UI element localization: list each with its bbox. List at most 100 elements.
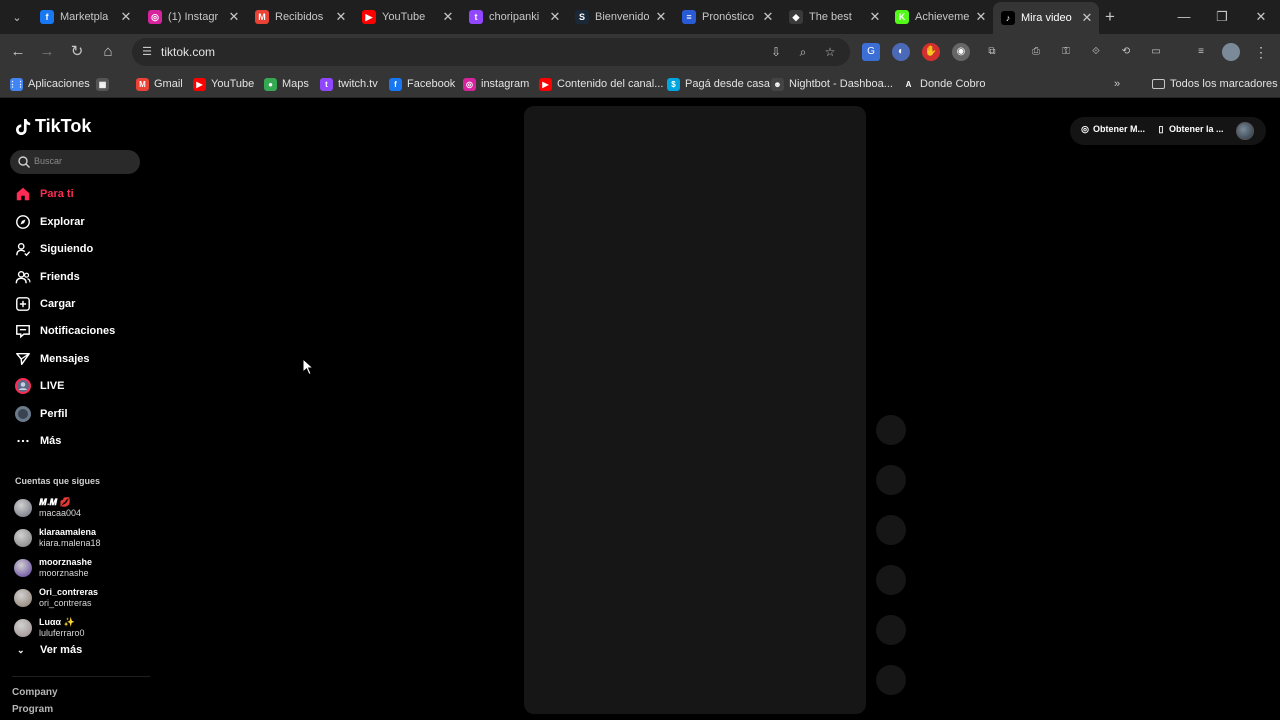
search-input[interactable]: Buscar: [10, 150, 140, 174]
tab-close-icon[interactable]: ✕: [333, 9, 349, 25]
nav-item-para-ti[interactable]: Para ti: [14, 183, 74, 205]
following-account[interactable]: 𝑴.𝑴 💋 macaa004: [14, 495, 81, 521]
history-icon[interactable]: ⟲: [1117, 43, 1135, 61]
tab-close-icon[interactable]: ✕: [118, 9, 134, 25]
avatar: [14, 589, 32, 607]
bookmark-item[interactable]: ● Maps: [264, 76, 309, 92]
all-bookmarks-folder[interactable]: Todos los marcadores: [1152, 76, 1278, 92]
footer-link-program[interactable]: Program: [12, 704, 53, 715]
following-account[interactable]: Ori_contreras ori_contreras: [14, 585, 98, 611]
nav-item-label: Cargar: [40, 298, 76, 310]
comment-action-button[interactable]: [876, 515, 906, 545]
tab-close-icon[interactable]: ✕: [653, 9, 669, 25]
bookmark-item[interactable]: ▶ Contenido del canal...: [539, 76, 663, 92]
video-player-placeholder[interactable]: [524, 106, 866, 714]
get-coins-button[interactable]: ◎ Obtener M...: [1080, 124, 1145, 134]
browser-menu-icon[interactable]: ⋮: [1252, 43, 1270, 61]
forward-arrow-icon[interactable]: →: [37, 42, 57, 62]
browser-tab[interactable]: ≡ Pronóstico ✕: [674, 4, 780, 30]
tab-close-icon[interactable]: ✕: [547, 9, 563, 25]
more-bookmarks-chevron-icon[interactable]: »: [1114, 76, 1120, 92]
browser-tab[interactable]: S Bienvenido ✕: [567, 4, 673, 30]
browser-tab[interactable]: ♪ Mira video ✕: [993, 2, 1099, 34]
bookmark-item[interactable]: f Facebook: [389, 76, 455, 92]
tab-close-icon[interactable]: ✕: [1079, 10, 1095, 26]
bookmark-star-icon[interactable]: ☆: [821, 43, 839, 61]
browser-tab[interactable]: M Recibidos ✕: [247, 4, 353, 30]
nav-item-cargar[interactable]: Cargar: [14, 293, 75, 315]
bookmark-item[interactable]: M Gmail: [136, 76, 183, 92]
new-tab-button[interactable]: +: [1100, 7, 1120, 27]
tab-close-icon[interactable]: ✕: [867, 9, 883, 25]
share-action-button[interactable]: [876, 615, 906, 645]
bookmark-item[interactable]: ⋮⋮ Aplicaciones: [9, 76, 90, 92]
extensions-puzzle-icon[interactable]: ⧉: [983, 43, 1001, 61]
translate-extension-icon[interactable]: G: [862, 43, 880, 61]
nav-item-notificaciones[interactable]: Notificaciones: [14, 320, 115, 342]
bookmark-item[interactable]: A Donde Cobro: [902, 76, 985, 92]
nav-item-mensajes[interactable]: Mensajes: [14, 348, 90, 370]
tiktok-logo[interactable]: TikTok: [15, 116, 91, 137]
print-icon[interactable]: ⎙: [1027, 43, 1045, 61]
following-account[interactable]: Luαα ✨ luluferraro0: [14, 615, 85, 641]
password-key-icon[interactable]: ⚿: [1057, 43, 1075, 61]
extension-circle-icon[interactable]: ◉: [952, 43, 970, 61]
nav-item-perfil[interactable]: Perfil: [14, 403, 68, 425]
tab-search-dropdown-icon[interactable]: ⌄: [6, 7, 28, 27]
minimize-window-icon[interactable]: —: [1172, 6, 1196, 28]
see-more-label: Ver más: [40, 644, 83, 656]
home-button-icon[interactable]: ⌂: [98, 42, 118, 62]
extension-compass-icon[interactable]: ◐: [892, 43, 910, 61]
tab-close-icon[interactable]: ✕: [440, 9, 456, 25]
media-controls-icon[interactable]: ≡: [1192, 43, 1210, 61]
translate-page-icon[interactable]: ⟐: [1087, 43, 1105, 61]
browser-tab[interactable]: ◆ The best ✕: [781, 4, 887, 30]
browser-profile-avatar[interactable]: [1222, 43, 1240, 61]
browser-tab[interactable]: t choripanki ✕: [461, 4, 567, 30]
maximize-window-icon[interactable]: ❐: [1210, 6, 1234, 28]
account-nickname: klaraamalena: [39, 527, 97, 537]
bookmark-item[interactable]: ▦: [96, 76, 114, 92]
zoom-icon[interactable]: ⌕: [794, 43, 812, 61]
footer-link-company[interactable]: Company: [12, 687, 58, 698]
browser-tab[interactable]: f Marketpla ✕: [32, 4, 138, 30]
tab-close-icon[interactable]: ✕: [760, 9, 776, 25]
close-window-icon[interactable]: ✕: [1249, 6, 1273, 28]
twitch-icon: t: [320, 77, 333, 91]
back-arrow-icon[interactable]: ←: [8, 42, 28, 62]
address-bar[interactable]: ☰ tiktok.com ⇩ ⌕ ☆: [132, 38, 850, 66]
nav-item-mas[interactable]: Más: [14, 430, 61, 452]
bookmark-item[interactable]: t twitch.tv: [320, 76, 378, 92]
user-avatar[interactable]: [1236, 122, 1254, 140]
get-app-button[interactable]: ▯ Obtener la ...: [1156, 124, 1224, 134]
browser-tab[interactable]: ◎ (1) Instagr ✕: [140, 4, 246, 30]
music-action-button[interactable]: [876, 665, 906, 695]
install-app-icon[interactable]: ⇩: [767, 43, 785, 61]
instagram-icon: ◎: [148, 10, 162, 24]
nav-item-siguiendo[interactable]: Siguiendo: [14, 238, 93, 260]
bookmark-item[interactable]: ☻ Nightbot - Dashboa...: [771, 76, 893, 92]
nav-item-explorar[interactable]: Explorar: [14, 211, 85, 233]
tab-close-icon[interactable]: ✕: [226, 9, 242, 25]
save-action-button[interactable]: [876, 565, 906, 595]
url-text[interactable]: tiktok.com: [161, 45, 215, 59]
like-action-button[interactable]: [876, 465, 906, 495]
reload-icon[interactable]: ↻: [67, 42, 87, 62]
site-info-icon[interactable]: ☰: [138, 43, 156, 61]
following-account[interactable]: moorznashe moorznashe: [14, 555, 92, 581]
bookmark-item[interactable]: ▶ YouTube: [193, 76, 254, 92]
see-more-button[interactable]: ⌄ Ver más: [17, 644, 82, 656]
devices-icon[interactable]: ▭: [1147, 43, 1165, 61]
bookmark-item[interactable]: ◎ instagram: [463, 76, 529, 92]
adblock-extension-icon[interactable]: ✋: [922, 43, 940, 61]
search-icon[interactable]: [17, 155, 31, 169]
tab-close-icon[interactable]: ✕: [973, 9, 989, 25]
following-account[interactable]: klaraamalena kiara.malena18: [14, 525, 101, 551]
bookmark-label: YouTube: [211, 78, 255, 90]
nav-item-live[interactable]: LIVE: [14, 375, 64, 397]
avatar-action-button[interactable]: [876, 415, 906, 445]
bookmark-item[interactable]: $ Pagá desde casa: [667, 76, 770, 92]
browser-tab[interactable]: K Achieveme ✕: [887, 4, 993, 30]
nav-item-friends[interactable]: Friends: [14, 266, 80, 288]
browser-tab[interactable]: ▶ YouTube ✕: [354, 4, 460, 30]
